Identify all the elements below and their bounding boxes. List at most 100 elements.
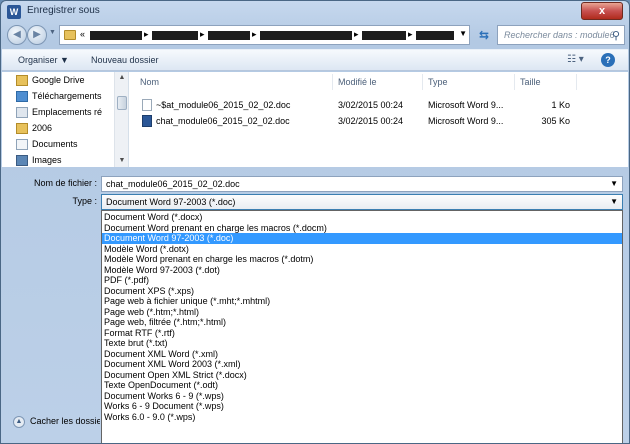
breadcrumb-separator-icon[interactable]: ▸ [408,29,413,40]
file-type-option[interactable]: Page web à fichier unique (*.mht;*.mhtml… [102,296,622,307]
nav-item-label: Emplacements ré [32,107,103,117]
file-modified: 3/02/2015 00:24 [338,100,404,110]
nav-item-downloads[interactable]: Téléchargements [2,89,114,105]
file-type-option[interactable]: Works 6 - 9 Document (*.wps) [102,401,622,412]
file-type-option[interactable]: Document Word prenant en charge les macr… [102,223,622,234]
forward-button[interactable]: ▶ [27,25,47,45]
save-options-area: Nom de fichier : chat_module06_2015_02_0… [2,167,628,443]
scroll-down-icon[interactable]: ▼ [115,155,129,167]
column-divider[interactable] [332,74,333,90]
file-type-option[interactable]: Document XML Word (*.xml) [102,349,622,360]
breadcrumb[interactable]: « ▸ ▸ ▸ ▸ ▸ ▼ [59,25,470,45]
title-bar: W Enregistrer sous x [1,1,629,23]
column-header-name[interactable]: Nom [140,77,159,87]
google-drive-folder-icon [16,75,28,86]
file-type-option[interactable]: Texte OpenDocument (*.odt) [102,380,622,391]
file-type-option[interactable]: Page web (*.htm;*.html) [102,307,622,318]
filename-label: Nom de fichier : [33,178,97,188]
browser-area: Google Drive Téléchargements Emplacement… [2,72,628,167]
new-folder-button[interactable]: Nouveau dossier [91,55,159,65]
redacted-path-segment [208,31,250,40]
file-type-option[interactable]: Document Word 97-2003 (*.doc) [102,233,622,244]
chevron-down-icon[interactable]: ▼ [610,177,618,191]
chevron-down-icon[interactable]: ▼ [610,195,618,209]
file-type-option[interactable]: PDF (*.pdf) [102,275,622,286]
search-input[interactable]: Rechercher dans : module6 ⚲ [497,25,625,45]
file-type-option[interactable]: Modèle Word 97-2003 (*.dot) [102,265,622,276]
file-type-option[interactable]: Document Open XML Strict (*.docx) [102,370,622,381]
file-type-option[interactable]: Format RTF (*.rtf) [102,328,622,339]
file-type-option[interactable]: Works 6.0 - 9.0 (*.wps) [102,412,622,423]
temp-document-icon [142,99,152,111]
search-placeholder: Rechercher dans : module6 [504,30,615,40]
file-name: chat_module06_2015_02_02.doc [156,116,290,126]
images-icon [16,155,28,166]
nav-item-google-drive[interactable]: Google Drive [2,73,114,89]
breadcrumb-separator-icon[interactable]: ▸ [252,29,257,40]
word-app-icon: W [7,5,21,19]
column-divider[interactable] [422,74,423,90]
file-type-option[interactable]: Document Word (*.docx) [102,212,622,223]
nav-item-label: Google Drive [32,75,85,85]
nav-item-2006[interactable]: 2006 [2,121,114,137]
filename-field[interactable]: chat_module06_2015_02_02.doc ▼ [101,176,623,192]
file-type-option[interactable]: Texte brut (*.txt) [102,338,622,349]
file-type-option[interactable]: Modèle Word (*.dotx) [102,244,622,255]
collapse-arrow-icon: ▲ [13,416,25,428]
file-size: 1 Ko [551,100,570,110]
redacted-path-segment [362,31,406,40]
redacted-path-segment [260,31,352,40]
back-button[interactable]: ◀ [7,25,27,45]
column-divider[interactable] [514,74,515,90]
folder-icon [64,30,76,40]
column-header-size[interactable]: Taille [520,77,541,87]
file-row[interactable]: ~$at_module06_2015_02_02.doc 3/02/2015 0… [130,97,628,113]
window-title: Enregistrer sous [27,5,100,16]
file-type-select[interactable]: Document Word 97-2003 (*.doc) ▼ [101,194,623,210]
file-modified: 3/02/2015 00:24 [338,116,404,126]
breadcrumb-separator-icon[interactable]: ▸ [354,29,359,40]
nav-item-label: Documents [32,139,78,149]
search-icon[interactable]: ⚲ [612,27,620,45]
breadcrumb-overflow[interactable]: « [80,29,85,39]
recent-locations-chevron-icon[interactable]: ▼ [49,29,56,36]
address-bar: ◀ ▶ ▼ « ▸ ▸ ▸ ▸ ▸ ▼ ⇆ Rechercher dans : … [7,24,625,46]
documents-icon [16,139,28,150]
save-as-dialog: W Enregistrer sous x ◀ ▶ ▼ « ▸ ▸ ▸ ▸ ▸ ▼… [0,0,630,444]
file-size: 305 Ko [541,116,570,126]
file-type-option[interactable]: Document Works 6 - 9 (*.wps) [102,391,622,402]
scroll-thumb[interactable] [117,96,127,110]
file-list: Nom Modifié le Type Taille ~$at_module06… [130,72,628,167]
file-type-dropdown-list[interactable]: Document Word (*.docx) Document Word pren… [101,210,623,443]
navigation-pane: Google Drive Téléchargements Emplacement… [2,72,129,167]
breadcrumb-separator-icon[interactable]: ▸ [200,29,205,40]
nav-scrollbar[interactable]: ▲ ▼ [114,72,128,167]
file-type-option[interactable]: Page web, filtrée (*.htm;*.html) [102,317,622,328]
help-icon[interactable]: ? [601,53,615,67]
file-type-option[interactable]: Document XPS (*.xps) [102,286,622,297]
view-options-icon[interactable]: ☷ ▾ [567,54,584,65]
file-row[interactable]: chat_module06_2015_02_02.doc 3/02/2015 0… [130,113,628,129]
type-label: Type : [72,196,97,206]
nav-item-label: Images [32,155,62,165]
nav-item-label: 2006 [32,123,53,133]
organize-button[interactable]: Organiser ▼ [18,55,69,65]
breadcrumb-separator-icon[interactable]: ▸ [144,29,149,40]
file-type-option[interactable]: Modèle Word prenant en charge les macros… [102,254,622,265]
redacted-path-segment [416,31,454,40]
nav-item-documents[interactable]: Documents [2,137,114,153]
refresh-icon[interactable]: ⇆ [473,25,495,45]
column-header-modified[interactable]: Modifié le [338,77,377,87]
file-type: Microsoft Word 9... [428,116,504,126]
column-header-type[interactable]: Type [428,77,448,87]
column-divider[interactable] [576,74,577,90]
filename-value: chat_module06_2015_02_02.doc [106,179,240,189]
nav-item-recent-places[interactable]: Emplacements ré [2,105,114,121]
scroll-up-icon[interactable]: ▲ [115,72,129,84]
downloads-folder-icon [16,91,28,102]
close-button[interactable]: x [581,2,623,20]
folder-icon [16,123,28,134]
file-type-option[interactable]: Document XML Word 2003 (*.xml) [102,359,622,370]
path-dropdown-icon[interactable]: ▼ [459,29,467,38]
nav-item-label: Téléchargements [32,91,102,101]
